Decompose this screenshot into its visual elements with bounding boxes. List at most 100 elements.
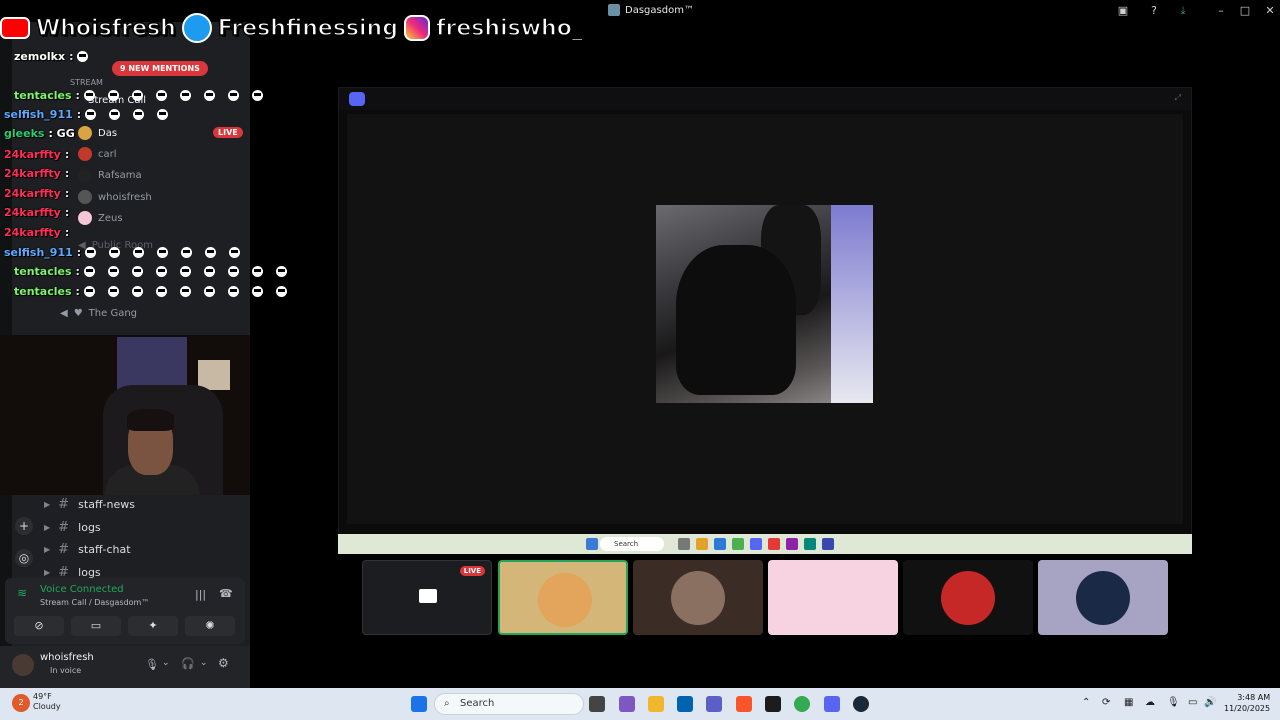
minimize-icon[interactable]: – xyxy=(1214,4,1228,18)
store-icon[interactable] xyxy=(677,696,693,712)
skull-emote-icon xyxy=(109,109,121,120)
weather-badge: 2 xyxy=(18,698,24,707)
skull-emote-icon xyxy=(85,109,97,120)
headphones-icon[interactable]: 🎧 xyxy=(181,657,195,670)
chat-text: : xyxy=(75,285,80,298)
tray-app-icon[interactable]: ▦ xyxy=(1124,697,1133,708)
stage-header: ⤢ xyxy=(339,88,1191,110)
weather-icon[interactable]: 2 xyxy=(12,694,30,712)
teams-icon[interactable] xyxy=(706,696,722,712)
skull-emote-icon xyxy=(181,247,193,258)
chevron-down-icon[interactable]: ⌄ xyxy=(200,658,208,668)
microphone-icon[interactable]: 🎙 xyxy=(145,658,159,671)
chat-text: : xyxy=(64,226,70,239)
skull-emote-icon xyxy=(205,247,217,258)
chat-text: : xyxy=(69,50,74,63)
twitter-handle: Freshfinessing xyxy=(217,15,399,41)
skull-emote-icon xyxy=(109,247,121,258)
skull-emote-icon xyxy=(83,90,95,101)
signal-icon[interactable]: ≋ xyxy=(17,586,27,600)
close-icon[interactable]: ✕ xyxy=(1263,4,1277,18)
noise-suppression-icon[interactable]: ||| xyxy=(195,588,206,601)
add-server-icon[interactable]: + xyxy=(15,517,33,535)
disconnect-icon[interactable]: ☎ xyxy=(219,587,233,600)
cloud-icon[interactable]: ☁ xyxy=(1145,697,1155,708)
skull-emote-icon xyxy=(203,286,215,297)
camera-toggle-button[interactable]: ⊘ xyxy=(14,616,64,636)
participant-tile-rafsama[interactable] xyxy=(903,560,1033,635)
copilot-icon[interactable] xyxy=(619,696,635,712)
chat-text: : GG xyxy=(48,127,75,140)
the-gang-channel[interactable]: ◀ ♥ The Gang xyxy=(60,303,137,323)
weather-desc: Cloudy xyxy=(33,702,61,711)
chat-message: gleeks : GG xyxy=(4,127,75,140)
live-badge: LIVE xyxy=(213,127,243,138)
activities-button[interactable]: ✦ xyxy=(128,616,178,636)
monitor-icon xyxy=(419,589,437,603)
system-clock[interactable]: 3:48 AM 11/20/2025 xyxy=(1224,692,1270,714)
discord-logo-icon xyxy=(349,92,365,106)
chrome-icon[interactable] xyxy=(794,696,810,712)
help-icon[interactable]: ? xyxy=(1147,4,1161,18)
chevron-right-icon: ▶ xyxy=(44,523,51,532)
chat-message: 24karffty : xyxy=(4,167,69,180)
new-mentions-badge[interactable]: 9 NEW MENTIONS xyxy=(112,61,208,76)
participant-tile-whoisfresh[interactable] xyxy=(1038,560,1168,635)
participant-tile-stream[interactable]: LIVE xyxy=(362,560,492,635)
settings-gear-icon[interactable]: ⚙ xyxy=(218,656,229,670)
volume-icon[interactable]: 🔊 xyxy=(1204,697,1216,708)
app-icon xyxy=(608,4,620,16)
voice-user-carl[interactable]: carl xyxy=(78,144,117,164)
skull-emote-icon xyxy=(131,266,143,277)
steam-icon[interactable] xyxy=(853,696,869,712)
channel-staff-chat[interactable]: ▶ # staff-chat xyxy=(44,542,131,557)
skull-emote-icon xyxy=(203,90,215,101)
window-title: Dasgasdom™ xyxy=(608,4,694,16)
network-icon[interactable]: ▭ xyxy=(1188,697,1197,708)
channel-logs[interactable]: ▶ # logs xyxy=(44,520,101,535)
maximize-icon[interactable]: □ xyxy=(1238,4,1252,18)
chevron-down-icon[interactable]: ⌄ xyxy=(162,658,170,668)
file-explorer-icon[interactable] xyxy=(648,696,664,712)
screen-share-icon[interactable]: ▣ xyxy=(1116,4,1130,18)
voice-user-whoisfresh[interactable]: whoisfresh xyxy=(78,187,152,207)
voice-user-rafsama[interactable]: Rafsama xyxy=(78,165,142,185)
video-content xyxy=(676,245,796,395)
sync-icon[interactable]: ⟳ xyxy=(1102,697,1110,708)
soundboard-button[interactable]: ✺ xyxy=(185,616,235,636)
voice-user-zeus[interactable]: Zeus xyxy=(78,208,123,228)
download-icon[interactable]: ⤓ xyxy=(1176,4,1190,18)
microphone-icon[interactable]: 🎙 xyxy=(1167,697,1180,708)
avatar[interactable] xyxy=(12,654,34,676)
windows-start-icon[interactable] xyxy=(411,696,427,712)
skull-emote-icon xyxy=(251,286,263,297)
voice-user-das[interactable]: Das xyxy=(78,123,117,143)
brave-icon[interactable] xyxy=(736,696,752,712)
wall-poster xyxy=(198,360,230,390)
avatar xyxy=(1076,571,1130,625)
chat-message: tentacles : xyxy=(14,265,296,278)
discover-icon[interactable]: ◎ xyxy=(15,549,33,567)
weather-widget[interactable]: 49°F Cloudy xyxy=(33,692,61,712)
share-screen-button[interactable]: ▭ xyxy=(71,616,121,636)
taskbar-search[interactable]: ⌕ Search xyxy=(434,693,584,715)
chat-user: tentacles xyxy=(14,89,72,102)
windows-taskbar: 2 49°F Cloudy ⌕ Search ⌃ ⟳ ▦ ☁ 🎙 ▭ 🔊 3:4… xyxy=(0,688,1280,720)
participant-tile-das[interactable] xyxy=(498,560,628,635)
shared-video[interactable] xyxy=(656,205,873,403)
avatar xyxy=(78,147,92,161)
task-view-icon[interactable] xyxy=(589,696,605,712)
discord-icon[interactable] xyxy=(824,696,840,712)
voice-location[interactable]: Stream Call / Dasgasdom™ xyxy=(40,598,149,607)
participant-tile-carl[interactable] xyxy=(633,560,763,635)
participant-tile-zeus[interactable] xyxy=(768,560,898,635)
channel-staff-news[interactable]: ▶ # staff-news xyxy=(44,497,135,512)
chevron-up-icon[interactable]: ⌃ xyxy=(1082,697,1090,708)
app-icon[interactable] xyxy=(765,696,781,712)
heart-icon: ♥ xyxy=(73,307,83,319)
chat-user: 24karffty xyxy=(4,206,61,219)
fullscreen-icon[interactable]: ⤢ xyxy=(1175,93,1181,103)
skull-emote-icon xyxy=(83,286,95,297)
soundboard-icon: ✺ xyxy=(205,619,215,632)
skull-emote-icon xyxy=(131,90,143,101)
